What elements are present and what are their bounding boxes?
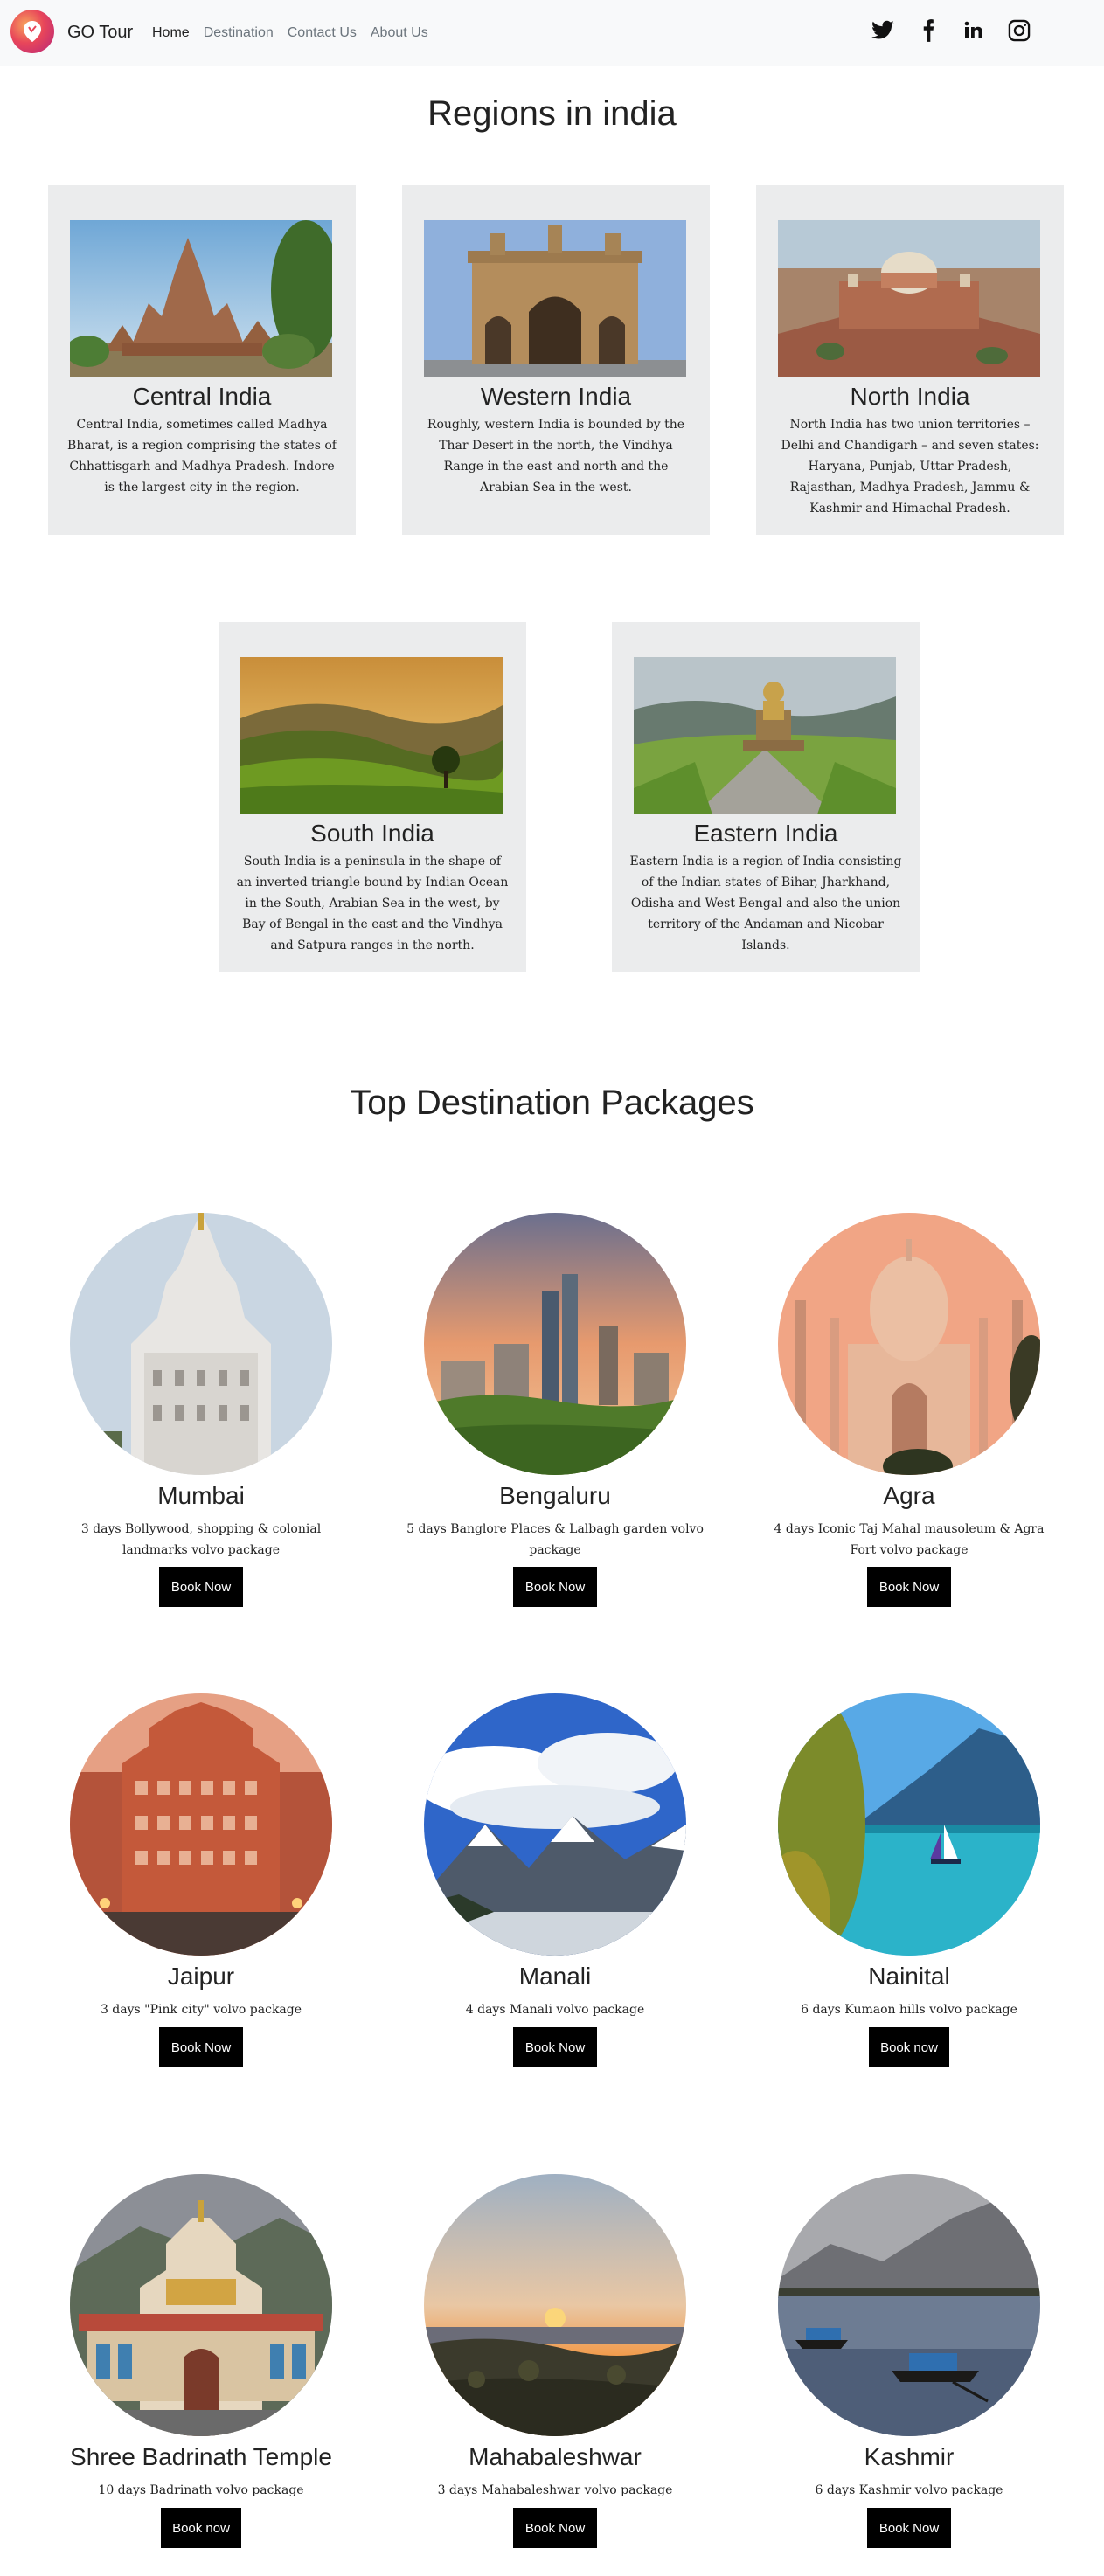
package-name: Manali (518, 1963, 592, 1990)
region-description: Eastern India is a region of India consi… (629, 855, 902, 952)
package-description: 6 days Kashmir volvo package (815, 2483, 1003, 2497)
badrinath-image (70, 2174, 332, 2436)
region-name: South India (310, 820, 434, 847)
nainital-image (778, 1693, 1040, 1956)
western-india-image (424, 220, 686, 377)
agra-image (778, 1213, 1040, 1475)
twitter-icon[interactable] (870, 17, 896, 44)
package-description: 3 days Bollywood, shopping & colonial la… (80, 1522, 322, 1557)
package-name: Mahabaleshwar (469, 2443, 642, 2470)
nav-home[interactable]: Home (152, 25, 190, 41)
book-now-button[interactable]: Book Now (513, 2027, 597, 2067)
region-name: Western India (480, 383, 632, 410)
facebook-icon[interactable] (915, 17, 941, 44)
book-now-button[interactable]: Book now (869, 2027, 949, 2067)
manali-image (424, 1693, 686, 1956)
package-description: 10 days Badrinath volvo package (98, 2483, 304, 2497)
packages-title: Top Destination Packages (350, 1084, 754, 1122)
package-name: Jaipur (167, 1963, 235, 1990)
region-name: North India (850, 383, 970, 410)
region-description: North India has two union territories – … (781, 418, 1039, 516)
package-name: Mumbai (157, 1482, 245, 1509)
nav-destination[interactable]: Destination (204, 25, 274, 41)
north-india-image (778, 220, 1040, 377)
brand-name[interactable]: GO Tour (67, 23, 133, 43)
region-card-western-india: Western India Roughly, western India is … (402, 185, 710, 535)
instagram-icon[interactable] (1006, 17, 1032, 44)
package-name: Bengaluru (499, 1482, 611, 1509)
social-links (870, 17, 1032, 44)
central-india-image (70, 220, 332, 377)
logo[interactable] (10, 10, 54, 53)
regions-title: Regions in india (427, 94, 677, 133)
jaipur-image (70, 1693, 332, 1956)
package-name: Nainital (868, 1963, 950, 1990)
mahabaleshwar-image (424, 2174, 686, 2436)
book-now-button[interactable]: Book Now (867, 1567, 951, 1607)
region-card-south-india: South India South India is a peninsula i… (219, 622, 526, 972)
region-description: South India is a peninsula in the shape … (236, 855, 509, 952)
region-name: Eastern India (693, 820, 838, 847)
mumbai-image (70, 1213, 332, 1475)
package-description: 3 days Mahabaleshwar volvo package (437, 2483, 673, 2497)
package-description: 3 days "Pink city" volvo package (100, 2003, 302, 2017)
package-description: 4 days Iconic Taj Mahal mausoleum & Agra… (774, 1522, 1045, 1557)
region-card-north-india: North India North India has two union te… (756, 185, 1064, 535)
bengaluru-image (424, 1213, 686, 1475)
nav-links: Home Destination Contact Us About Us (152, 25, 428, 41)
eastern-india-image (634, 657, 896, 814)
book-now-button[interactable]: Book Now (159, 2027, 243, 2067)
nav-about-us[interactable]: About Us (371, 25, 428, 41)
navbar: GO Tour Home Destination Contact Us Abou… (0, 0, 1104, 66)
package-description: 6 days Kumaon hills volvo package (801, 2003, 1017, 2017)
book-now-button[interactable]: Book now (161, 2508, 241, 2548)
region-description: Roughly, western India is bounded by the… (427, 418, 685, 495)
package-name: Kashmir (864, 2443, 955, 2470)
region-card-eastern-india: Eastern India Eastern India is a region … (612, 622, 920, 972)
book-now-button[interactable]: Book Now (513, 1567, 597, 1607)
nav-contact-us[interactable]: Contact Us (288, 25, 357, 41)
book-now-button[interactable]: Book Now (159, 1567, 243, 1607)
region-card-central-india: Central India Central India, sometimes c… (48, 185, 356, 535)
package-description: 4 days Manali volvo package (465, 2003, 645, 2017)
package-name: Shree Badrinath Temple (70, 2443, 332, 2470)
location-pin-icon (24, 21, 41, 42)
south-india-image (240, 657, 503, 814)
book-now-button[interactable]: Book Now (513, 2508, 597, 2548)
kashmir-image (778, 2174, 1040, 2436)
region-description: Central India, sometimes called Madhya B… (67, 418, 337, 495)
package-name: Agra (883, 1482, 935, 1509)
package-description: 5 days Banglore Places & Lalbagh garden … (406, 1522, 704, 1557)
region-name: Central India (132, 383, 272, 410)
linkedin-icon[interactable] (961, 17, 987, 44)
book-now-button[interactable]: Book Now (867, 2508, 951, 2548)
